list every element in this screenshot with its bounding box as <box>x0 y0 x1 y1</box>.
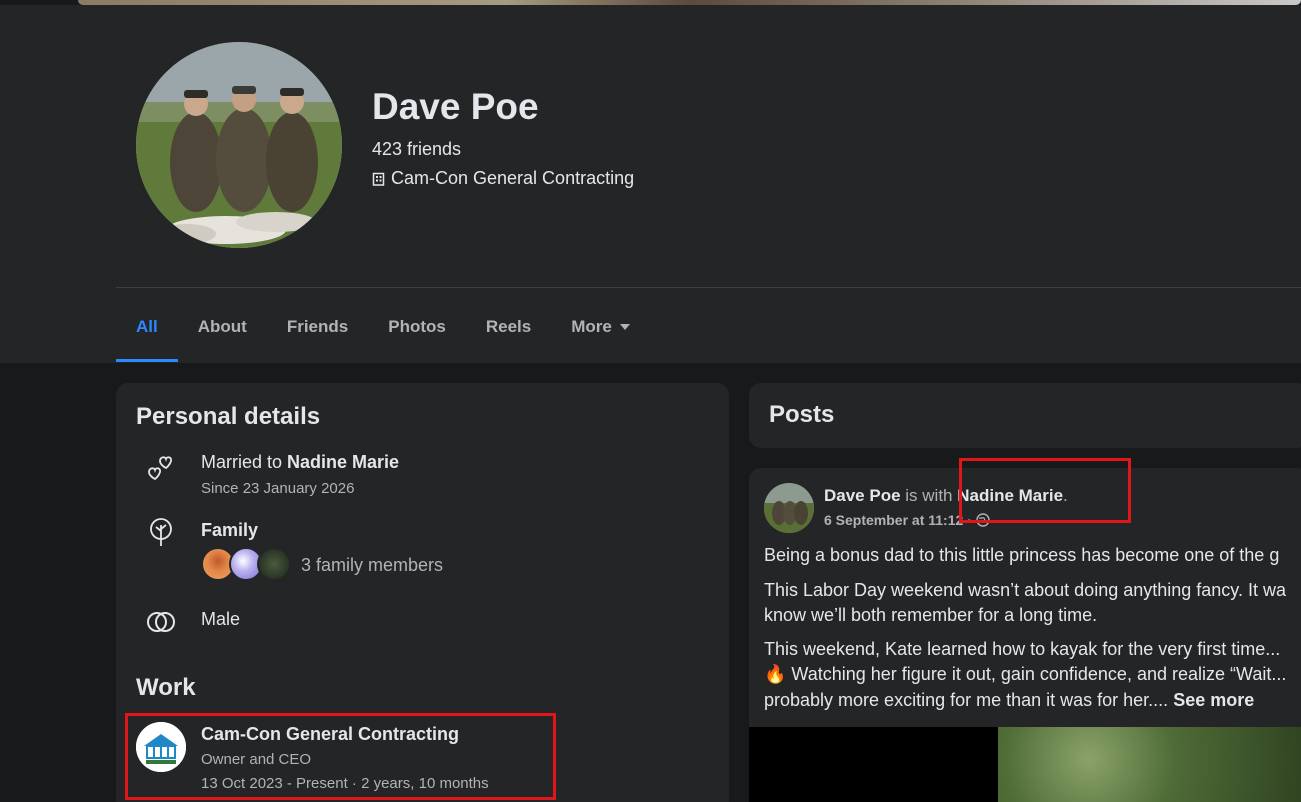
tab-all[interactable]: All <box>116 292 178 362</box>
hearts-icon <box>148 456 173 481</box>
family-count[interactable]: 3 family members <box>301 555 443 576</box>
gender: Male <box>201 609 241 629</box>
work-section-title: Work <box>136 674 196 701</box>
see-more-link[interactable]: See more <box>1173 690 1254 710</box>
post-date-text: 6 September at 11:12 <box>824 512 964 528</box>
header-divider <box>116 287 1301 288</box>
highlight-box-work <box>125 713 556 800</box>
building-icon <box>372 172 385 186</box>
friends-count[interactable]: 423 friends <box>372 139 461 160</box>
highlight-box-tagged <box>959 458 1131 523</box>
tab-more-label: More <box>571 317 612 336</box>
tab-reels[interactable]: Reels <box>466 292 551 362</box>
relationship-prefix: Married to <box>201 452 288 472</box>
tab-friends-label: Friends <box>286 317 349 336</box>
family-avatars[interactable] <box>201 547 291 581</box>
post-author-avatar[interactable] <box>764 483 814 533</box>
post-image[interactable] <box>998 727 1301 802</box>
post-text-line: This weekend, Kate learned how to kayak … <box>764 639 1281 659</box>
posts-title: Posts <box>769 401 835 428</box>
tab-about[interactable]: About <box>178 292 267 362</box>
profile-avatar[interactable] <box>134 40 344 250</box>
tab-friends[interactable]: Friends <box>267 292 368 362</box>
profile-tabs: All About Friends Photos Reels More <box>116 292 650 362</box>
post-author-link[interactable]: Dave Poe <box>824 486 901 505</box>
profile-photo <box>136 42 342 248</box>
tab-photos-label: Photos <box>388 317 446 336</box>
tab-all-label: All <box>136 317 158 336</box>
post-text-line-last: probably more exciting for me than it wa… <box>764 688 1254 713</box>
tab-photos[interactable]: Photos <box>368 292 466 362</box>
header-workplace-label: Cam-Con General Contracting <box>391 168 635 188</box>
caret-down-icon <box>619 324 630 330</box>
gender-rings-icon <box>147 612 175 632</box>
family-tree-icon <box>150 518 172 546</box>
tab-about-label: About <box>197 317 247 336</box>
personal-details-title: Personal details <box>136 403 321 430</box>
family-member-avatar[interactable] <box>257 547 291 581</box>
post-text-line: This Labor Day weekend wasn’t about doin… <box>764 580 1286 600</box>
family-label: Family <box>201 520 259 540</box>
relationship-since: Since 23 January 2026 <box>201 480 355 497</box>
profile-name: Dave Poe <box>372 86 539 127</box>
post-image[interactable] <box>749 727 998 802</box>
post-text-line: Being a bonus dad to this little princes… <box>764 545 1280 565</box>
post-author-photo <box>764 483 814 533</box>
tab-more[interactable]: More <box>551 292 650 362</box>
relationship-status: Married to Nadine Marie <box>201 452 399 473</box>
relationship-partner-link[interactable]: Nadine Marie <box>287 452 399 472</box>
post-text-line6: probably more exciting for me than it wa… <box>764 690 1174 710</box>
post-with-text: is with <box>900 486 958 505</box>
post-text-line: 🔥 Watching her figure it out, gain confi… <box>764 664 1287 684</box>
tab-reels-label: Reels <box>485 317 532 336</box>
header-workplace[interactable]: Cam-Con General Contracting <box>372 168 634 189</box>
post-text-line: know we’ll both remember for a long time… <box>764 605 1098 625</box>
